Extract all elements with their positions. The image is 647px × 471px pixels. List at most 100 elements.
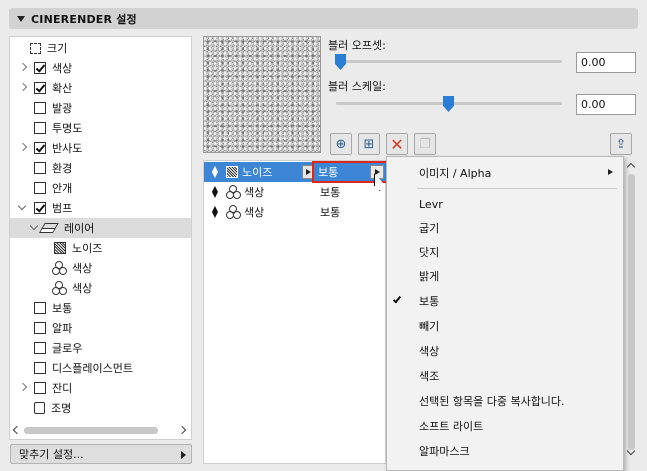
channel-checkbox[interactable] (34, 162, 46, 174)
tree-item-diffusion[interactable]: 확산 (10, 78, 191, 98)
channel-checkbox[interactable] (34, 382, 46, 394)
channel-checkbox[interactable] (34, 202, 46, 214)
tree-item-reflectance[interactable]: 반사도 (10, 138, 191, 158)
delete-x-icon: ✕ (390, 134, 404, 154)
channel-checkbox[interactable] (34, 142, 46, 154)
tree-item-noise[interactable]: 노이즈 (10, 238, 191, 258)
tree-item-luminance[interactable]: 발광 (10, 98, 191, 118)
tree-item-displacement[interactable]: 디스플레이스먼트 (10, 358, 191, 378)
tree-item-environment[interactable]: 환경 (10, 158, 191, 178)
menu-item-soft-light[interactable]: 소프트 라이트 (387, 415, 623, 437)
tree-item-label: 디스플레이스먼트 (52, 362, 133, 375)
menu-item-burn[interactable]: 굽기 (387, 217, 623, 239)
layer-list: ▲ ▼ 노이즈 보통 ▲ ▼ 색상 보통 ▲ ▼ 색상 보통 (203, 160, 388, 464)
scroll-thumb[interactable] (24, 427, 158, 434)
size-icon (30, 42, 41, 54)
tree-item-fog[interactable]: 안개 (10, 178, 191, 198)
menu-item-label: 빼기 (419, 320, 440, 333)
channel-checkbox[interactable] (34, 322, 46, 334)
tree-item-color[interactable]: 색상 (10, 58, 191, 78)
tree-item-grass[interactable]: 잔디 (10, 378, 191, 398)
blur-offset-slider-track[interactable] (336, 60, 562, 63)
menu-item-hue[interactable]: 색조 (387, 365, 623, 387)
menu-item-dodge[interactable]: 닷지 (387, 241, 623, 263)
tree-item-label: 투명도 (52, 122, 83, 135)
export-button[interactable]: ⇪ (610, 133, 632, 155)
layer-row[interactable]: ▲ ▼ 색상 보통 (204, 182, 385, 202)
channel-checkbox[interactable] (34, 302, 46, 314)
blur-offset-input[interactable]: 0.00 (576, 52, 636, 73)
blur-offset-slider-thumb[interactable] (335, 54, 346, 70)
menu-item-label: 소프트 라이트 (419, 420, 484, 433)
add-sublayer-button[interactable]: ⊞ (358, 133, 380, 155)
expand-chevron-icon[interactable] (18, 143, 28, 153)
collapse-chevron-icon[interactable] (30, 223, 40, 233)
export-icon: ⇪ (615, 136, 627, 152)
menu-item-label: 굽기 (419, 222, 440, 235)
section-header[interactable]: CINERENDER 설정 (9, 8, 638, 29)
expand-chevron-icon[interactable] (18, 83, 28, 93)
fit-settings-label: 맞추기 설정... (19, 448, 84, 461)
scroll-right-icon[interactable] (177, 425, 187, 435)
tree-item-label: 조명 (51, 402, 72, 415)
scroll-left-icon[interactable] (12, 425, 22, 435)
tree-item-layer-color[interactable]: 색상 (10, 278, 191, 298)
channel-checkbox[interactable] (34, 82, 46, 94)
blend-mode-value[interactable]: 보통 (320, 204, 340, 220)
menu-item-normal[interactable]: 보통 (387, 290, 623, 312)
menu-item-image-alpha[interactable]: 이미지 / Alpha (387, 162, 623, 184)
channel-checkbox[interactable] (34, 362, 46, 374)
expand-chevron-icon[interactable] (18, 63, 28, 73)
tree-item-size[interactable]: 크기 (10, 38, 191, 58)
layer-icon (42, 222, 58, 234)
menu-item-label: 이미지 / Alpha (419, 167, 492, 180)
tree-item-layer-color[interactable]: 색상 (10, 258, 191, 278)
tree-item-illumination[interactable]: 조명 (10, 398, 191, 418)
cinerender-settings-panel: CINERENDER 설정 크기 색상 확산 발광 투명도 반사도 환경 안개 … (0, 0, 647, 471)
fit-settings-button[interactable]: 맞추기 설정... (10, 444, 192, 464)
menu-item-multiply-selected[interactable]: 선택된 항목을 다중 복사합니다. (387, 390, 623, 412)
color-icon (52, 261, 66, 275)
menu-separator (417, 188, 617, 189)
delete-layer-button[interactable]: ✕ (386, 133, 408, 155)
blur-scale-slider-thumb[interactable] (443, 96, 454, 112)
collapse-chevron-icon[interactable] (18, 203, 28, 213)
layer-copy-button[interactable]: ❐ (414, 133, 436, 155)
menu-item-lighten[interactable]: 밝게 (387, 265, 623, 287)
reorder-arrows-icon[interactable]: ▲ ▼ (210, 185, 220, 199)
tree-horizontal-scrollbar[interactable] (10, 424, 191, 438)
add-layer-icon: ⊕ (335, 136, 347, 152)
expand-chevron-icon[interactable] (18, 383, 28, 393)
layer-row[interactable]: ▲ ▼ 색상 보통 (204, 202, 385, 222)
tree-item-normal[interactable]: 보통 (10, 298, 191, 318)
channel-checkbox[interactable] (34, 342, 46, 354)
channel-checkbox[interactable] (34, 122, 46, 134)
blend-mode-value[interactable]: 보통 (320, 184, 340, 200)
scroll-up-icon[interactable] (626, 162, 636, 172)
tree-item-transparency[interactable]: 투명도 (10, 118, 191, 138)
menu-item-levr[interactable]: Levr (387, 193, 623, 215)
blur-scale-label: 블러 스케일: (328, 80, 386, 93)
menu-item-color[interactable]: 색상 (387, 340, 623, 362)
vertical-scrollbar[interactable] (626, 160, 638, 464)
reorder-arrows-icon[interactable]: ▲ ▼ (210, 205, 220, 219)
tree-item-bump[interactable]: 범프 (10, 198, 191, 218)
channel-checkbox[interactable] (34, 102, 46, 114)
menu-item-alpha-mask[interactable]: 알파마스크 (387, 440, 623, 462)
add-layer-button[interactable]: ⊕ (330, 133, 352, 155)
tree-item-glow[interactable]: 글로우 (10, 338, 191, 358)
add-folder-icon: ⊞ (363, 136, 375, 152)
tree-item-label: 확산 (52, 82, 73, 95)
channel-checkbox[interactable] (34, 62, 46, 74)
menu-item-label: 밝게 (419, 270, 440, 283)
tree-item-alpha[interactable]: 알파 (10, 318, 191, 338)
tree-item-layer[interactable]: 레이어 (10, 218, 191, 238)
scroll-thumb[interactable] (628, 174, 635, 450)
menu-item-subtract[interactable]: 빼기 (387, 315, 623, 337)
menu-item-label: Levr (419, 197, 443, 211)
blur-scale-input[interactable]: 0.00 (576, 94, 636, 115)
collapse-triangle-icon[interactable] (17, 15, 25, 22)
channel-checkbox[interactable] (34, 182, 46, 194)
tree-item-label: 환경 (52, 162, 73, 175)
reorder-arrows-icon[interactable]: ▲ ▼ (210, 165, 220, 179)
